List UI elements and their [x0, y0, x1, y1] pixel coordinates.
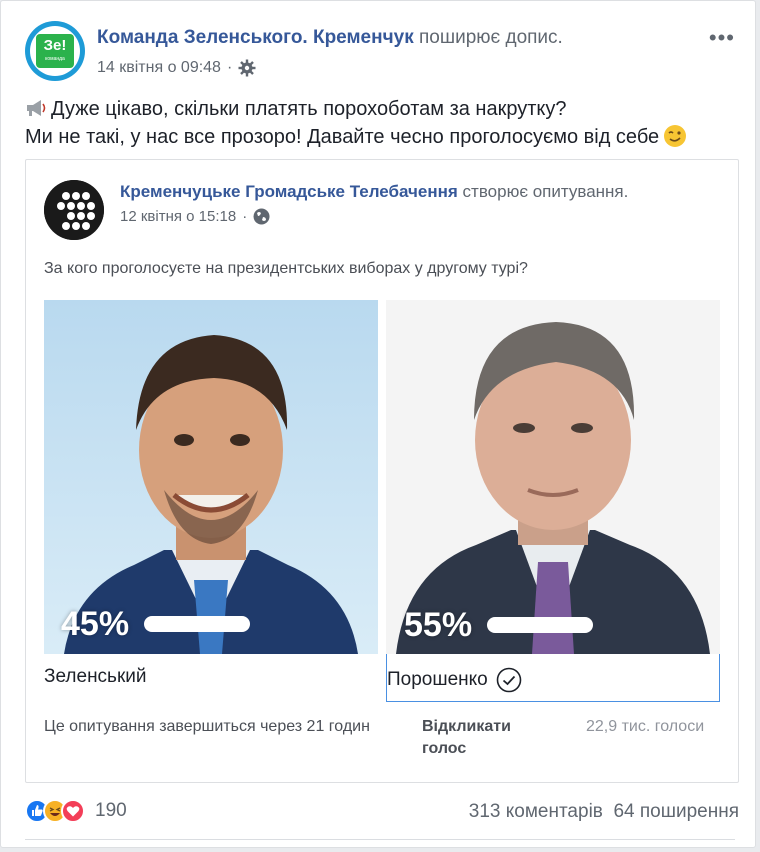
shared-timestamp[interactable]: 12 квітня о 15:18 [120, 208, 236, 225]
poll-option-poroshenko[interactable]: 55% Порошенко [386, 300, 720, 702]
poll-option-label: Зеленський [44, 666, 147, 687]
separator-dot: · [242, 208, 248, 225]
poll-bar-zelensky [144, 616, 250, 632]
page-avatar[interactable]: Зе! команда [25, 21, 85, 81]
poll-percent-poroshenko: 55% [404, 606, 473, 644]
post-timestamp[interactable]: 14 квітня о 09:48 [97, 59, 221, 77]
poll-percent-zelensky: 45% [61, 605, 130, 643]
post-text-line2: Ми не такі, у нас все прозоро! Давайте ч… [25, 126, 660, 148]
love-icon [61, 799, 85, 823]
footer-divider [25, 839, 735, 840]
shared-action-text: створює опитування. [462, 182, 629, 201]
poll-option-label: Порошенко [387, 669, 488, 690]
megaphone-icon [25, 98, 49, 118]
shared-page-name-link[interactable]: Кременчуцьке Громадське Телебачення [120, 182, 458, 201]
candidate-photo-zelensky [44, 300, 378, 654]
post-text: Дуже цікаво, скільки платять порохоботам… [25, 95, 740, 151]
gear-icon[interactable] [238, 59, 256, 77]
more-options-icon[interactable]: ••• [709, 25, 735, 51]
comments-count-link[interactable]: 313 коментарів [469, 801, 603, 822]
post-card: Зе! команда Команда Зеленського. Кременч… [0, 0, 756, 848]
shares-count-link[interactable]: 64 поширення [613, 801, 739, 822]
candidate-photo-poroshenko [386, 300, 720, 654]
post-action-text: поширює допис. [418, 27, 563, 48]
poll-ends-text: Це опитування завершиться через 21 годин [44, 718, 370, 735]
reaction-count: 190 [95, 800, 127, 821]
page-logo: Зе! команда [36, 34, 74, 68]
reactions-summary[interactable]: 190 [25, 799, 127, 823]
poll-bar-poroshenko [487, 617, 593, 633]
shared-page-avatar[interactable] [44, 180, 104, 240]
separator-dot: · [226, 59, 233, 76]
shared-poll-card: Кременчуцьке Громадське Телебачення ство… [25, 159, 739, 783]
wink-icon [663, 124, 687, 148]
globe-icon [253, 208, 270, 225]
poll-option-zelensky[interactable]: 45% Зеленський [44, 300, 378, 702]
post-text-line1: Дуже цікаво, скільки платять порохоботам… [51, 98, 567, 120]
revoke-vote-button[interactable]: Відкликати голос [422, 716, 542, 760]
post-footer: 190 313 коментарів 64 поширення [25, 797, 739, 827]
check-circle-icon [496, 667, 522, 693]
page-name-link[interactable]: Команда Зеленського. Кременчук [97, 27, 414, 48]
poll-votes-count: 22,9 тис. голоси [586, 718, 705, 735]
post-header: Зе! команда Команда Зеленського. Кременч… [25, 21, 735, 85]
poll-question: За кого проголосуєте на президентських в… [44, 260, 528, 277]
